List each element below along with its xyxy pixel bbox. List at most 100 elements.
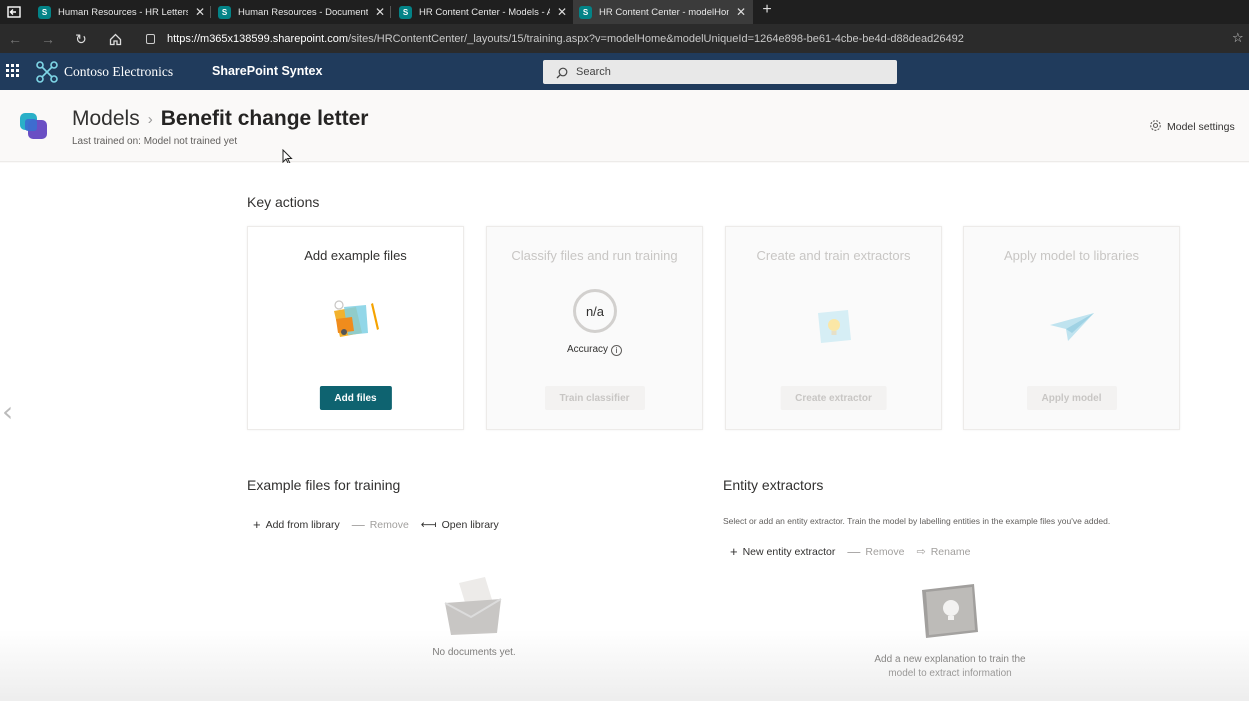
rename-extractor-label: Rename [930, 545, 971, 558]
url-path: /sites/HRContentCenter/_layouts/15/train… [348, 32, 964, 45]
key-actions-heading: Key actions [247, 194, 320, 210]
model-settings-label: Model settings [1167, 121, 1235, 133]
back-arrow-icon[interactable]: ← [6, 30, 24, 48]
info-icon[interactable]: i [611, 345, 623, 356]
card-title: Create and train extractors [756, 248, 911, 263]
apply-model-button[interactable]: Apply model [1026, 386, 1117, 410]
sharepoint-icon: S [218, 5, 231, 19]
accuracy-gauge: n/a [573, 289, 617, 333]
new-entity-extractor-button[interactable]: + New entity extractor [730, 544, 835, 559]
last-trained-status: Last trained on: Model not trained yet [72, 136, 238, 147]
gear-icon [1149, 119, 1162, 135]
search-icon [556, 66, 568, 79]
brand-name[interactable]: Contoso Electronics [64, 64, 173, 80]
plus-icon: + [253, 517, 261, 532]
create-extractors-card: Create and train extractors Create extra… [725, 226, 942, 430]
card-title: Add example files [304, 248, 407, 263]
open-arrow-icon: ⟻ [420, 519, 437, 531]
chevron-left-icon[interactable]: ‹ [2, 395, 13, 428]
train-classifier-button[interactable]: Train classifier [544, 386, 645, 410]
close-icon[interactable]: ✕ [556, 5, 568, 19]
tab-title: HR Content Center - Models - Al [419, 6, 550, 18]
no-documents-text: No documents yet. [432, 647, 516, 658]
remove-extractor-label: Remove [865, 545, 905, 558]
tab-title: Human Resources - HR Letters - [58, 6, 188, 18]
open-library-button[interactable]: ⟻ Open library [420, 518, 499, 532]
example-files-command-bar: + Add from library — Remove ⟻ Open library [253, 517, 511, 532]
new-entity-extractor-label: New entity extractor [742, 545, 836, 558]
search-box[interactable]: Search [543, 60, 897, 84]
example-files-heading: Example files for training [247, 477, 401, 493]
rename-icon: ⇨ [916, 546, 926, 558]
open-library-label: Open library [441, 518, 499, 531]
accuracy-label-row: Accuracy i [487, 344, 702, 356]
browser-tab-3[interactable]: S HR Content Center - Models - Al ✕ [395, 0, 568, 24]
rename-extractor-button[interactable]: ⇨ Rename [916, 545, 971, 559]
app-launcher-waffle-icon[interactable] [6, 64, 19, 77]
files-illustration-icon [326, 295, 386, 350]
tab-title: Human Resources - Documents [238, 6, 368, 18]
tab-divider [390, 6, 391, 18]
entity-empty-line-1: Add a new explanation to train the [874, 654, 1026, 665]
tab-title: HR Content Center - modelHom [599, 6, 729, 18]
refresh-icon[interactable]: ↻ [72, 30, 90, 48]
sharepoint-icon: S [38, 5, 51, 19]
favorite-star-icon[interactable]: ☆ [1232, 30, 1244, 46]
remove-file-button[interactable]: — Remove [352, 517, 409, 532]
search-placeholder: Search [576, 66, 611, 78]
add-from-library-button[interactable]: + Add from library [253, 517, 340, 532]
classify-files-card: Classify files and run training n/a Accu… [486, 226, 703, 430]
plus-icon: + [730, 544, 738, 559]
add-example-files-card: Add example files Add files [247, 226, 464, 430]
url-prefix: https:// [167, 32, 201, 45]
entity-empty-state: Add a new explanation to train the model… [840, 653, 1060, 681]
main-content: ‹ Key actions Add example files Add file… [0, 163, 1249, 701]
close-icon[interactable]: ✕ [735, 5, 747, 19]
accuracy-label: Accuracy [566, 344, 609, 355]
card-title: Apply model to libraries [1003, 248, 1140, 263]
create-extractor-button[interactable]: Create extractor [780, 386, 887, 410]
lightbulb-document-icon [812, 307, 856, 352]
new-tab-plus-icon[interactable]: + [759, 1, 775, 19]
card-title: Classify files and run training [511, 248, 678, 263]
remove-extractor-button[interactable]: — Remove [847, 544, 904, 559]
browser-tab-strip: S Human Resources - HR Letters - ✕ S Hum… [0, 0, 1249, 24]
sharepoint-icon: S [399, 5, 412, 19]
model-settings-button[interactable]: Model settings [1149, 119, 1235, 135]
forward-arrow-icon[interactable]: → [39, 30, 57, 48]
breadcrumb: Models › Benefit change letter [72, 107, 368, 131]
add-from-library-label: Add from library [265, 518, 340, 531]
sharepoint-icon: S [579, 5, 592, 19]
minus-icon: — [847, 544, 861, 559]
url-field[interactable]: https://m365x138599.sharepoint.com/sites… [146, 29, 964, 48]
page-title: Benefit change letter [160, 107, 369, 130]
breadcrumb-models-link[interactable]: Models [72, 107, 140, 131]
lightbulb-card-icon [918, 578, 982, 647]
app-name[interactable]: SharePoint Syntex [212, 64, 322, 78]
url-host: m365x138599.sharepoint.com [200, 32, 349, 45]
entity-empty-line-2: model to extract information [888, 668, 1012, 679]
entity-extractors-description: Select or add an entity extractor. Train… [723, 516, 1111, 526]
home-icon[interactable] [106, 30, 124, 48]
entity-extractors-heading: Entity extractors [723, 477, 824, 493]
add-files-button[interactable]: Add files [319, 386, 392, 410]
browser-address-bar: ← → ↻ https://m365x138599.sharepoint.com… [0, 24, 1249, 53]
empty-folder-icon [441, 573, 507, 642]
suite-bar: Contoso Electronics SharePoint Syntex Se… [0, 53, 1249, 90]
chevron-right-icon: › [147, 110, 153, 128]
tab-divider [210, 6, 211, 18]
close-icon[interactable]: ✕ [194, 5, 206, 19]
remove-file-label: Remove [369, 518, 409, 531]
tab-actions-icon[interactable] [4, 3, 24, 21]
minus-icon: — [351, 517, 365, 532]
close-icon[interactable]: ✕ [374, 5, 386, 19]
browser-tab-2[interactable]: S Human Resources - Documents ✕ [214, 0, 386, 24]
browser-tab-1[interactable]: S Human Resources - HR Letters - ✕ [34, 0, 206, 24]
browser-tab-4-active[interactable]: S HR Content Center - modelHom ✕ [573, 0, 753, 24]
paper-plane-icon [1048, 311, 1096, 348]
contoso-logo-icon[interactable] [35, 60, 59, 84]
accuracy-value: n/a [585, 303, 605, 319]
entity-command-bar: + New entity extractor — Remove ⇨ Rename [730, 544, 982, 559]
page-header: Models › Benefit change letter Last trai… [0, 90, 1249, 162]
apply-model-card: Apply model to libraries Apply model [963, 226, 1180, 430]
